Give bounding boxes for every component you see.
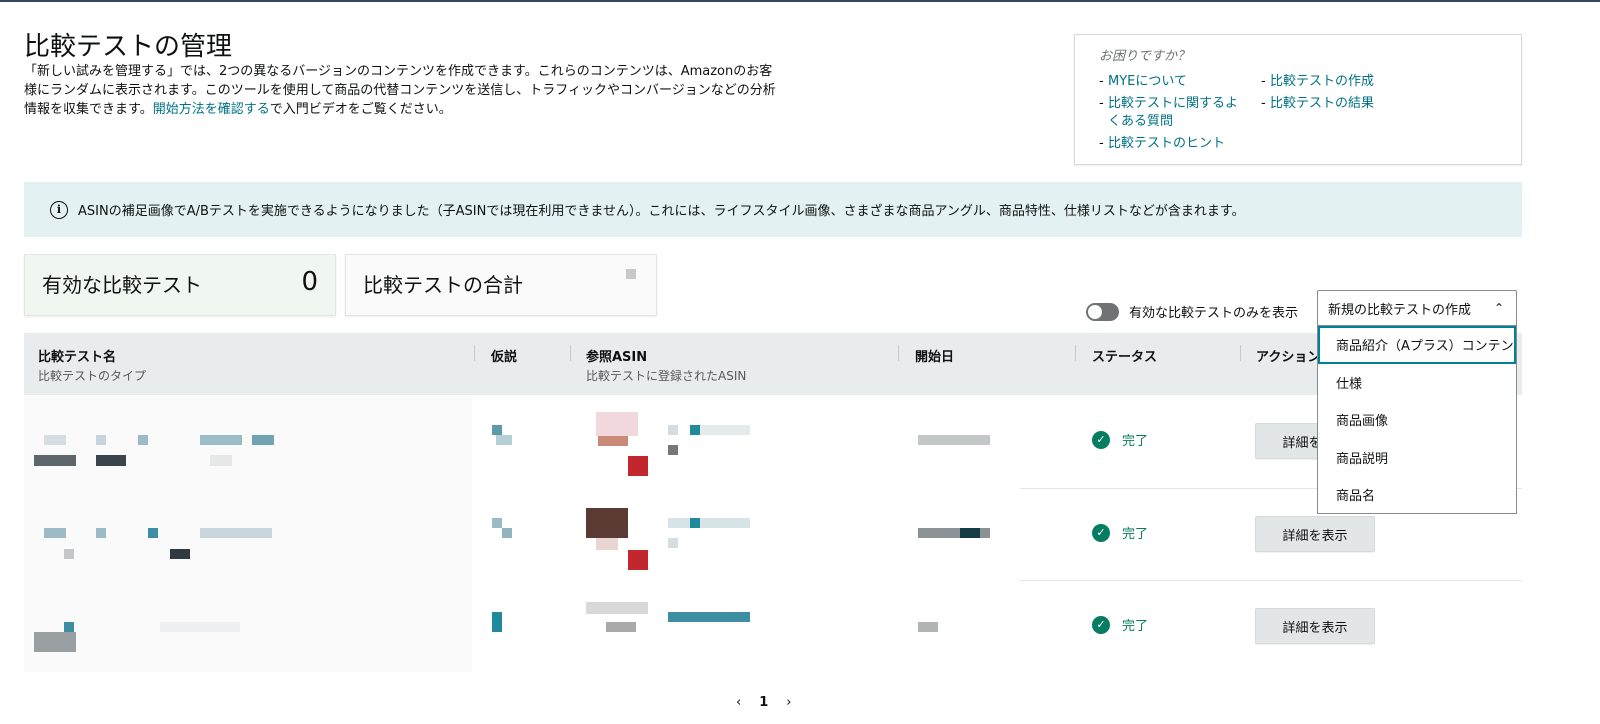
col-header-action: アクション xyxy=(1256,346,1320,365)
col-action-label: アクション xyxy=(1256,350,1321,365)
col-name-label: 比較テスト名 xyxy=(38,350,117,365)
help-panel: お困りですか？ - MYEについて - 比較テストに関するよくある質問 - 比較テスト… xyxy=(1074,34,1522,165)
intro-text: 「新しい試みを管理する」では、2つの異なるバージョンのコンテンツを作成できます。… xyxy=(24,62,784,119)
status-text: 完了 xyxy=(1122,619,1149,634)
status-complete-row-2: ✓ 完了 xyxy=(1092,523,1148,542)
active-tests-count: 0 xyxy=(301,267,318,297)
col-start-label: 開始日 xyxy=(915,350,955,365)
create-test-label: 新規の比較テストの作成 xyxy=(1328,302,1472,318)
intro-suffix: で入門ビデオをご覧ください。 xyxy=(269,102,452,117)
pagination: ‹ 1 › xyxy=(736,695,791,710)
help-item: - MYEについて xyxy=(1099,73,1187,91)
top-nav-border xyxy=(0,0,1600,2)
status-text: 完了 xyxy=(1122,434,1149,449)
help-item: - 比較テストの結果 xyxy=(1261,95,1375,113)
check-circle-icon: ✓ xyxy=(1092,430,1110,449)
col-header-start-date[interactable]: 開始日 xyxy=(915,346,954,365)
col-status-label: ステータス xyxy=(1092,350,1158,365)
help-links-col-1: - MYEについて - 比較テストに関するよくある質問 - 比較テストのヒント xyxy=(1099,73,1249,157)
info-icon: i xyxy=(50,200,68,219)
active-only-toggle[interactable] xyxy=(1086,302,1119,321)
col-name-sub: 比較テストのタイプ xyxy=(38,369,147,383)
chevron-left-icon[interactable]: ‹ xyxy=(736,695,741,710)
active-only-toggle-wrap: 有効な比較テストのみを表示 xyxy=(1086,302,1298,321)
table-header: 比較テスト名比較テストのタイプ 仮説 参照ASIN 比較テストに登録されたASIN… xyxy=(24,333,1522,395)
col-divider xyxy=(474,345,475,361)
col-hypothesis-label: 仮説 xyxy=(491,350,518,365)
col-asin-label: 参照ASIN xyxy=(586,350,648,365)
getting-started-link[interactable]: 開始方法を確認する xyxy=(153,102,270,117)
help-item: - 比較テストの作成 xyxy=(1261,73,1375,91)
col-divider xyxy=(1075,345,1076,361)
col-header-asin[interactable]: 参照ASIN 比較テストに登録されたASIN xyxy=(586,346,746,384)
menu-item-title[interactable]: 商品名 xyxy=(1318,476,1516,514)
status-complete-row-1: ✓ 完了 xyxy=(1092,430,1148,449)
view-details-button-row-3[interactable]: 詳細を表示 xyxy=(1255,608,1375,644)
help-title: お困りですか？ xyxy=(1099,49,1191,64)
menu-item-images[interactable]: 商品画像 xyxy=(1318,401,1516,439)
col-divider xyxy=(570,345,571,361)
col-divider xyxy=(898,345,899,361)
info-alert: i ASINの補足画像でA/Bテストを実施できるようになりました（子ASINでは… xyxy=(24,182,1522,237)
menu-item-description[interactable]: 商品説明 xyxy=(1318,439,1516,477)
total-tests-card[interactable]: 比較テストの合計 xyxy=(345,254,657,316)
view-details-button-row-2[interactable]: 詳細を表示 xyxy=(1255,516,1375,552)
menu-item-specs[interactable]: 仕様 xyxy=(1318,364,1516,402)
toggle-knob xyxy=(1088,304,1102,319)
create-test-dropdown[interactable]: 新規の比較テストの作成 ⌃ xyxy=(1317,290,1517,326)
help-link-about-mye[interactable]: MYEについて xyxy=(1108,73,1187,91)
chevron-right-icon[interactable]: › xyxy=(786,695,791,710)
chevron-up-icon: ⌃ xyxy=(1493,301,1504,315)
page-number-current[interactable]: 1 xyxy=(759,695,768,710)
help-link-faq[interactable]: 比較テストに関するよくある質問 xyxy=(1108,95,1249,131)
active-tests-card[interactable]: 有効な比較テスト 0 xyxy=(24,254,336,316)
help-item: - 比較テストのヒント xyxy=(1099,135,1226,153)
help-link-create[interactable]: 比較テストの作成 xyxy=(1270,73,1374,91)
col-divider xyxy=(1240,345,1241,361)
page-title: 比較テストの管理 xyxy=(24,32,233,62)
status-text: 完了 xyxy=(1122,527,1149,542)
help-link-tips[interactable]: 比較テストのヒント xyxy=(1108,135,1225,153)
create-test-menu: 商品紹介（Aプラス）コンテンツ 仕様 商品画像 商品説明 商品名 xyxy=(1317,325,1517,514)
help-link-results[interactable]: 比較テストの結果 xyxy=(1270,95,1374,113)
total-tests-label: 比較テストの合計 xyxy=(363,273,523,297)
active-tests-label: 有効な比較テスト xyxy=(42,273,202,297)
loading-placeholder xyxy=(626,269,636,279)
help-item: - 比較テストに関するよくある質問 xyxy=(1099,95,1249,131)
help-links-col-2: - 比較テストの作成 - 比較テストの結果 xyxy=(1261,73,1411,117)
col-header-hypothesis[interactable]: 仮説 xyxy=(491,346,517,365)
col-header-status[interactable]: ステータス xyxy=(1092,346,1157,365)
check-circle-icon: ✓ xyxy=(1092,523,1110,542)
row-divider xyxy=(1020,580,1522,581)
active-only-toggle-label: 有効な比較テストのみを表示 xyxy=(1129,306,1299,321)
check-circle-icon: ✓ xyxy=(1092,615,1110,634)
col-header-name[interactable]: 比較テスト名比較テストのタイプ xyxy=(38,346,146,384)
menu-item-aplus[interactable]: 商品紹介（Aプラス）コンテンツ xyxy=(1318,326,1516,364)
alert-text: ASINの補足画像でA/Bテストを実施できるようになりました（子ASINでは現在… xyxy=(78,204,1245,219)
col-asin-sub: 比較テストに登録されたASIN xyxy=(586,369,747,383)
status-complete-row-3: ✓ 完了 xyxy=(1092,615,1148,634)
